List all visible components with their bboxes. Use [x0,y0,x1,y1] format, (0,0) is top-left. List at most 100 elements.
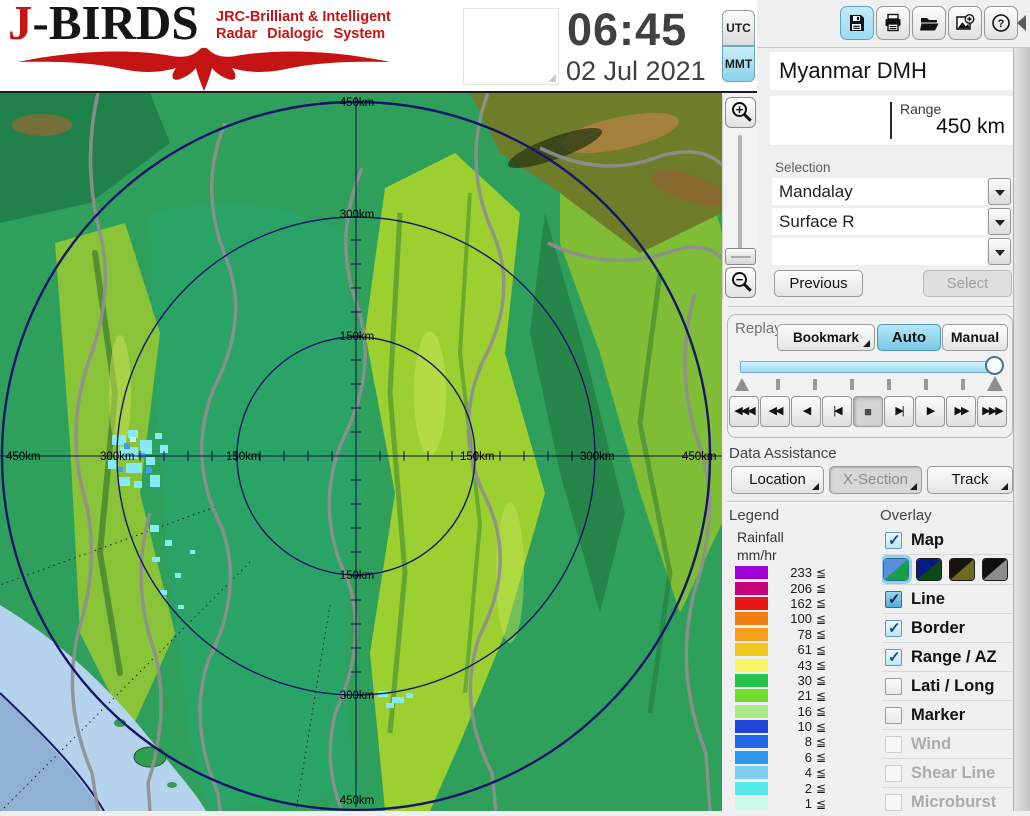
step-back-button[interactable]: |◀ [822,396,852,427]
panel-collapse-arrow[interactable] [1017,15,1026,31]
play-button[interactable]: ▶ [915,396,945,427]
play-reverse-button[interactable]: ◀ [791,396,821,427]
marker-checkbox[interactable] [885,706,902,724]
range-az-checkbox[interactable] [885,648,902,666]
help-icon: ? [992,14,1010,32]
panel-edge-strip [1013,48,1030,811]
site-dropdown[interactable]: Mandalay [772,178,987,205]
legend-swatch [735,735,768,749]
clock-date: 02 Jul 2021 [566,56,706,86]
overlay-row-shear-line: Shear Line [882,759,1013,788]
line-checkbox[interactable] [885,590,902,608]
app-logo: J-BIRDS JRC-Brilliant & Intelligent Rada… [6,0,406,91]
stop-button[interactable]: ■ [853,396,883,427]
timezone-mmt-button[interactable]: MMT [722,46,755,82]
app-title: J-BIRDS [8,0,199,50]
slider-tick [776,379,780,390]
option-dropdown-arrow[interactable] [988,238,1011,265]
range-divider [890,102,892,139]
svg-text:450km: 450km [340,795,375,807]
lati-long-checkbox[interactable] [885,677,902,695]
bookmark-button[interactable]: Bookmark [777,324,875,351]
previous-button[interactable]: Previous [774,270,863,297]
site-dropdown-arrow[interactable] [988,178,1011,205]
print-icon [885,13,901,32]
legend-swatch [735,627,768,641]
rewind-fast-button[interactable]: ◀◀◀ [729,396,759,427]
legend-row: 10 ≦ [735,719,885,734]
map-style-swatch-3[interactable] [949,558,975,581]
help-button[interactable]: ? [984,6,1018,40]
zoom-in-button[interactable]: + [725,97,756,128]
zoom-slider-handle[interactable] [725,248,756,265]
zoom-in-icon: + [732,102,747,117]
status-display-box [463,8,559,85]
slider-tick [813,379,817,390]
border-checkbox[interactable] [885,619,902,637]
product-dropdown[interactable]: Surface R [772,208,987,235]
app-window: 450km 300km 150km 150km 300km 450km 450k… [0,0,1030,813]
select-button[interactable]: Select [923,270,1012,297]
header-divider [0,91,757,93]
map-style-swatch-2[interactable] [916,558,942,581]
overlay-row-map: Map [882,526,1013,555]
svg-text:300km: 300km [580,451,615,463]
x-section-button[interactable]: X-Section [829,466,922,494]
data-assistance-label: Data Assistance [729,445,837,462]
legend-swatch [735,673,768,687]
legend-swatch [735,797,768,811]
radar-map-canvas[interactable]: 450km 300km 150km 150km 300km 450km 450k… [0,92,729,813]
legend-row: 16 ≦ [735,704,885,719]
overlay-row-microburst: Microburst [882,788,1013,811]
map-style-swatch-1[interactable] [882,555,912,584]
overlay-label: Overlay [880,507,932,524]
replay-slider-track[interactable] [740,361,995,373]
range-box: Range 450 km [770,96,1013,145]
track-button[interactable]: Track [927,466,1013,494]
legend-row: 61 ≦ [735,642,885,657]
slider-tick [887,379,891,390]
zoom-slider-track[interactable] [738,135,742,257]
shear-line-checkbox [885,764,902,782]
map-checkbox[interactable] [885,531,902,549]
overlay-row-wind: Wind [882,730,1013,759]
rewind-button[interactable]: ◀◀ [760,396,790,427]
legend-row: 43 ≦ [735,657,885,673]
open-button[interactable] [912,6,946,40]
replay-label: Replay [735,320,782,337]
forward-button[interactable]: ▶▶ [946,396,976,427]
timezone-utc-button[interactable]: UTC [722,10,755,46]
step-forward-button[interactable]: ▶| [884,396,914,427]
svg-text:450km: 450km [682,451,717,463]
legend-row: 233 ≦ [735,565,885,580]
dropdown-fold-icon [812,483,819,490]
overlay-row-border: Border [882,614,1013,643]
legend-swatch [735,612,768,626]
save-icon [850,15,864,31]
legend-swatch [735,658,768,672]
manual-mode-button[interactable]: Manual [942,324,1008,351]
slider-tick [850,379,854,390]
clock-time: 06:45 [567,4,688,55]
print-button[interactable] [876,6,910,40]
product-dropdown-arrow[interactable] [988,208,1011,235]
radar-map-graphic: 450km 300km 150km 150km 300km 450km 450k… [0,92,729,813]
overlay-row-line: Line [882,585,1013,614]
location-button[interactable]: Location [731,466,824,494]
replay-slider-handle[interactable] [985,356,1004,375]
svg-text:450km: 450km [340,97,375,109]
section-divider [727,501,1013,503]
map-style-swatch-4[interactable] [982,558,1008,581]
save-button[interactable] [840,6,874,40]
zoom-out-button[interactable]: − [725,267,756,298]
option-dropdown[interactable] [772,238,987,265]
legend-label: Legend [729,507,780,524]
legend-row: 2 ≦ [735,780,885,796]
legend-row: 21 ≦ [735,688,885,703]
add-image-button[interactable] [948,6,982,40]
forward-fast-button[interactable]: ▶▶▶ [977,396,1007,427]
legend-row: 1 ≦ [735,796,885,811]
legend-row: 8 ≦ [735,734,885,749]
dropdown-fold-icon [1001,483,1008,490]
auto-mode-button[interactable]: Auto [877,324,941,351]
